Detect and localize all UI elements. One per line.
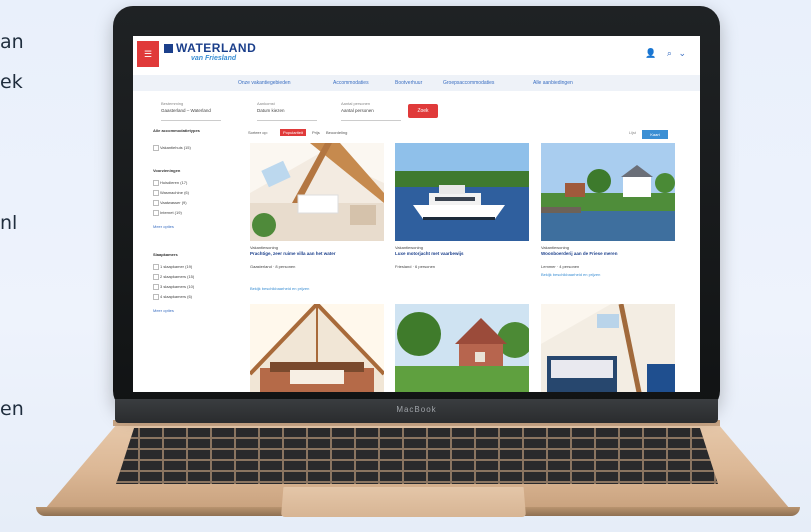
- sort-option[interactable]: Beoordeling: [326, 130, 347, 135]
- site-logo[interactable]: WATERLAND: [164, 41, 256, 55]
- map-view-button[interactable]: Kaart: [642, 130, 668, 139]
- main-nav: Onze vakantiegebieden Accommodaties Boot…: [133, 75, 700, 91]
- filter-option[interactable]: Vaatwasser (9): [153, 200, 187, 206]
- filter-option[interactable]: 4 slaapkamers (6): [153, 294, 192, 300]
- filter-more-link[interactable]: Meer opties: [153, 308, 174, 313]
- nav-item-groepsaccommodaties[interactable]: Groepsaccommodaties: [443, 80, 494, 86]
- laptop-screen: ☰ WATERLAND van Friesland 👤 ⌕ ⌄ Onze vak…: [133, 36, 700, 392]
- header-actions: 👤 ⌕ ⌄: [645, 48, 686, 59]
- filter-option[interactable]: Internet (19): [153, 210, 182, 216]
- destination-value: Gaasterland – Waterland: [161, 108, 211, 113]
- arrival-value: Datum kiezen: [257, 108, 285, 113]
- filter-option[interactable]: 3 slaapkamers (10): [153, 284, 194, 290]
- side-text-2: ek: [0, 71, 23, 93]
- menu-button[interactable]: ☰: [137, 41, 159, 67]
- listing-photo: [541, 143, 675, 241]
- filter-option[interactable]: 2 slaapkamers (15): [153, 274, 194, 280]
- sort-label: Sorteer op:: [248, 130, 268, 135]
- nav-item-bootverhuur[interactable]: Bootverhuur: [395, 80, 422, 86]
- filter-group-title: Alle accommodatietypes: [153, 128, 200, 133]
- filter-option[interactable]: Vakantiehuis (15): [153, 145, 191, 151]
- logo-text: WATERLAND: [176, 41, 257, 55]
- laptop-chin: MacBook: [115, 399, 718, 423]
- laptop-brand-label: MacBook: [396, 405, 437, 414]
- list-view-toggle[interactable]: Lijst: [629, 130, 636, 135]
- filter-option[interactable]: Wasmachine (6): [153, 190, 189, 196]
- arrival-label: Aankomst: [257, 101, 275, 106]
- side-text-4: en: [0, 398, 24, 420]
- listing-description: Friesland · 6 personen: [395, 264, 436, 269]
- filter-group-title: Voorzieningen: [153, 168, 181, 173]
- sort-option[interactable]: Prijs: [312, 130, 320, 135]
- listing-description: Lemmer · 4 personen: [541, 264, 580, 269]
- chevron-down-icon[interactable]: ⌄: [678, 48, 686, 58]
- listing-type: Vakantiewoning: [541, 245, 569, 250]
- destination-field[interactable]: Bestemming Gaasterland – Waterland: [161, 101, 221, 121]
- hamburger-icon: ☰: [143, 49, 153, 59]
- site-header: ☰ WATERLAND van Friesland 👤 ⌕ ⌄: [133, 36, 700, 74]
- filter-group-title: Slaapkamers: [153, 252, 178, 257]
- listing-type: Vakantiewoning: [250, 245, 278, 250]
- listing-photo: [395, 304, 529, 392]
- filter-option[interactable]: 1 slaapkamer (19): [153, 264, 192, 270]
- search-button[interactable]: Zoek: [408, 104, 438, 118]
- logo-subtitle: van Friesland: [191, 55, 237, 62]
- listing-photo: [250, 304, 384, 392]
- search-bar: Bestemming Gaasterland – Waterland Aanko…: [133, 101, 700, 123]
- user-icon[interactable]: 👤: [645, 48, 656, 58]
- listing-photo: [541, 304, 675, 392]
- filter-option[interactable]: Huisdieren (17): [153, 180, 187, 186]
- listing-photo: [395, 143, 529, 241]
- laptop-keyboard: [116, 428, 718, 484]
- listing-link[interactable]: Bekijk beschikbaarheid en prijzen: [541, 272, 675, 277]
- persons-field[interactable]: Aantal personen Aantal personen: [341, 101, 401, 121]
- listing-title[interactable]: Woonboerderij aan de Friese meren: [541, 251, 675, 256]
- sort-option-active[interactable]: Populariteit: [280, 129, 307, 136]
- side-text-1: an: [0, 31, 24, 53]
- persons-value: Aantal personen: [341, 108, 374, 113]
- laptop-trackpad: [281, 487, 526, 517]
- arrival-field[interactable]: Aankomst Datum kiezen: [257, 101, 317, 121]
- filter-more-link[interactable]: Meer opties: [153, 224, 174, 229]
- listing-type: Vakantiewoning: [395, 245, 423, 250]
- nav-item-vakantiegebieden[interactable]: Onze vakantiegebieden: [238, 80, 291, 86]
- nav-item-accommodaties[interactable]: Accommodaties: [333, 80, 369, 86]
- listing-title[interactable]: Prachtige, zeer ruime villa aan het wate…: [250, 251, 384, 256]
- logo-mark-icon: [164, 44, 173, 53]
- destination-label: Bestemming: [161, 101, 184, 106]
- persons-label: Aantal personen: [341, 101, 371, 106]
- sort-bar: Sorteer op: Populariteit Prijs Beoordeli…: [246, 128, 676, 139]
- side-text-3: nl: [0, 212, 18, 234]
- listing-photo: [250, 143, 384, 241]
- listing-title[interactable]: Luxe motorjacht met vaarbewijs: [395, 251, 529, 256]
- search-icon[interactable]: ⌕: [667, 48, 672, 58]
- listing-description: Gaasterland · 8 personen: [250, 264, 296, 269]
- listing-link[interactable]: Bekijk beschikbaarheid en prijzen: [250, 286, 384, 291]
- nav-item-aanbiedingen[interactable]: Alle aanbiedingen: [533, 80, 573, 86]
